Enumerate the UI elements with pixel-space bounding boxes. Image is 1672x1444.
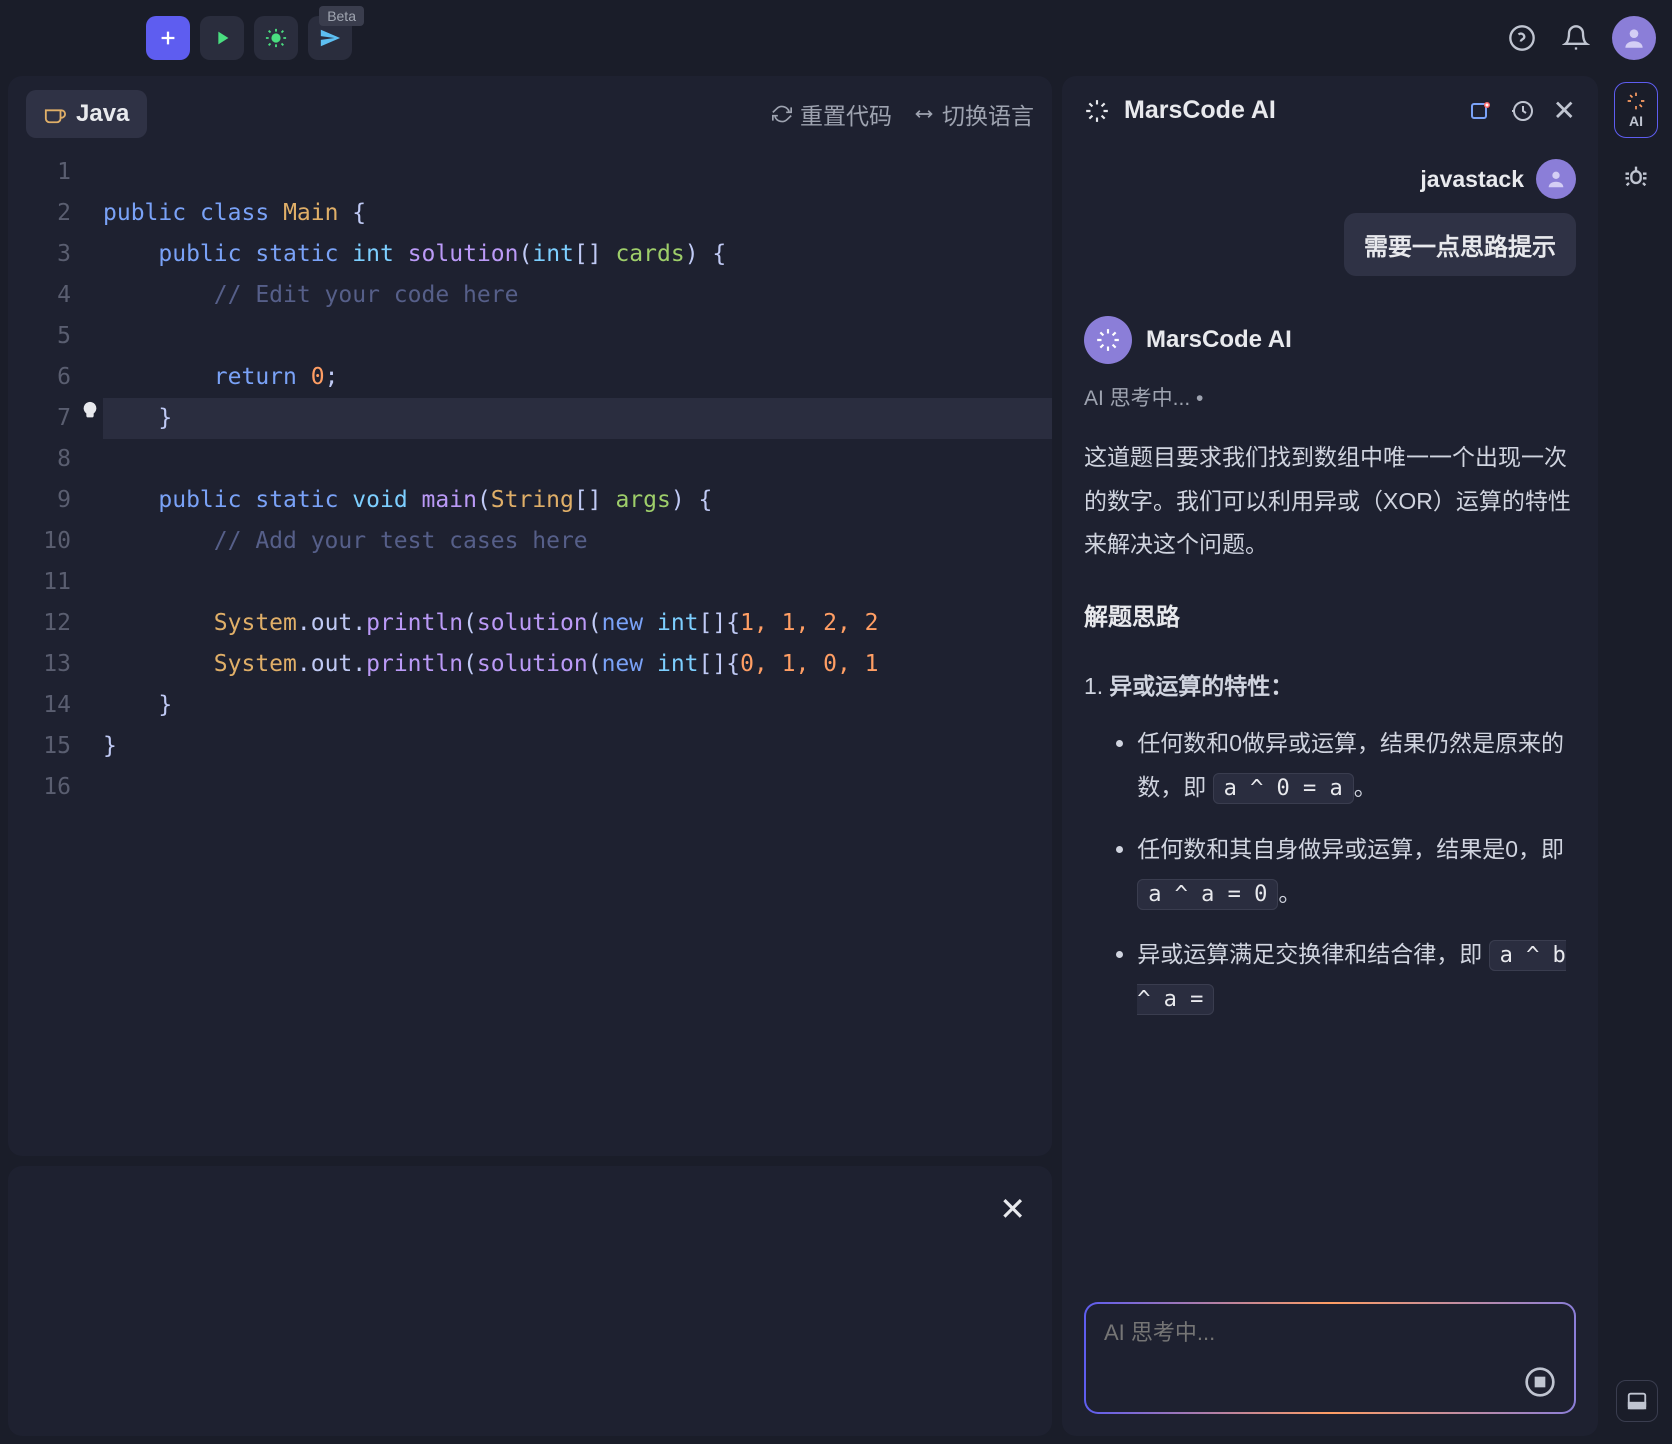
top-left-actions: Beta — [146, 16, 352, 60]
user-avatar-small — [1536, 159, 1576, 199]
switch-label: 切换语言 — [942, 97, 1034, 131]
ai-title-label: MarsCode AI — [1124, 96, 1276, 125]
stop-icon — [1524, 1366, 1556, 1398]
bottom-panel-button[interactable] — [1616, 1380, 1658, 1422]
code-lines[interactable]: public class Main { public static int so… — [103, 152, 1052, 1156]
ai-input-field[interactable] — [1104, 1320, 1511, 1346]
help-button[interactable] — [1504, 20, 1540, 56]
bug-icon — [1622, 162, 1650, 190]
language-label: Java — [76, 100, 129, 128]
swap-icon — [914, 104, 934, 124]
top-right-actions — [1504, 16, 1656, 60]
debug-button[interactable] — [254, 16, 298, 60]
play-icon — [211, 27, 233, 49]
ai-stop-button[interactable] — [1524, 1366, 1556, 1398]
ai-header-icons: ✕ — [1469, 94, 1576, 127]
beta-badge: Beta — [319, 6, 364, 26]
code-panel: Java 重置代码 切换语言 1 2 3 — [8, 76, 1052, 1156]
top-bar: Beta — [0, 0, 1672, 76]
console-panel: ✕ — [8, 1166, 1052, 1436]
user-message: 需要一点思路提示 — [1084, 213, 1576, 276]
panel-icon — [1626, 1390, 1648, 1412]
user-avatar[interactable] — [1612, 16, 1656, 60]
reset-code-button[interactable]: 重置代码 — [772, 97, 892, 131]
ai-section-heading: 解题思路 — [1084, 595, 1576, 641]
ai-name: MarsCode AI — [1146, 326, 1292, 354]
ai-message-header: MarsCode AI — [1084, 316, 1576, 364]
coffee-icon — [44, 103, 66, 125]
user-bubble: 需要一点思路提示 — [1344, 213, 1576, 276]
code-actions: 重置代码 切换语言 — [772, 97, 1034, 131]
switch-language-button[interactable]: 切换语言 — [914, 97, 1034, 131]
console-close-button[interactable]: ✕ — [999, 1190, 1026, 1228]
close-icon[interactable]: ✕ — [1553, 94, 1576, 127]
code-header: Java 重置代码 切换语言 — [8, 76, 1052, 152]
submit-button[interactable]: Beta — [308, 16, 352, 60]
main-area: Java 重置代码 切换语言 1 2 3 — [0, 76, 1672, 1444]
run-button[interactable] — [200, 16, 244, 60]
code-body[interactable]: 1 2 3 4 5 6 7 8 9 10 11 12 13 14 15 16 — [8, 152, 1052, 1156]
plus-icon — [157, 27, 179, 49]
bug-icon — [265, 27, 287, 49]
ai-thinking-status: AI 思考中... • — [1084, 382, 1576, 412]
ai-avatar — [1084, 316, 1132, 364]
language-chip[interactable]: Java — [26, 90, 147, 138]
editor-panel: Java 重置代码 切换语言 1 2 3 — [8, 76, 1052, 1436]
user-row: javastack — [1084, 159, 1576, 199]
right-rail: AI — [1608, 76, 1664, 1436]
person-icon — [1545, 168, 1567, 190]
ai-paragraph: 这道题目要求我们找到数组中唯一一个出现一次的数字。我们可以利用异或（XOR）运算… — [1084, 436, 1576, 567]
ai-body[interactable]: javastack 需要一点思路提示 MarsCode AI AI 思考中...… — [1062, 145, 1598, 1286]
user-name: javastack — [1420, 166, 1524, 193]
bell-icon — [1562, 24, 1590, 52]
ai-input-box[interactable] — [1084, 1302, 1576, 1414]
sparkle-icon — [1626, 91, 1646, 111]
person-icon — [1621, 25, 1647, 51]
bullet-item: 任何数和0做异或运算，结果仍然是原来的数，即 a ^ 0 = a。 — [1137, 722, 1576, 809]
history-icon[interactable] — [1511, 99, 1535, 123]
rail-bug-button[interactable] — [1622, 162, 1650, 195]
line-gutter: 1 2 3 4 5 6 7 8 9 10 11 12 13 14 15 16 — [8, 152, 103, 1156]
send-icon — [319, 27, 341, 49]
ai-title: MarsCode AI — [1084, 96, 1276, 125]
add-button[interactable] — [146, 16, 190, 60]
list-item-title: 异或运算的特性： — [1109, 673, 1293, 699]
refresh-icon — [772, 104, 792, 124]
help-icon — [1508, 24, 1536, 52]
ai-header: MarsCode AI ✕ — [1062, 76, 1598, 145]
ai-input-wrap — [1062, 1286, 1598, 1436]
ai-panel: MarsCode AI ✕ javastack 需要一点思路提示 — [1062, 76, 1598, 1436]
notifications-button[interactable] — [1558, 20, 1594, 56]
rail-ai-button[interactable]: AI — [1614, 82, 1658, 138]
rail-ai-label: AI — [1629, 113, 1643, 129]
reset-label: 重置代码 — [800, 97, 892, 131]
new-chat-icon[interactable] — [1469, 99, 1493, 123]
ai-content: 这道题目要求我们找到数组中唯一一个出现一次的数字。我们可以利用异或（XOR）运算… — [1084, 436, 1576, 1039]
bullet-item: 异或运算满足交换律和结合律，即 a ^ b ^ a = — [1137, 933, 1576, 1021]
lightbulb-icon[interactable] — [79, 400, 101, 422]
sparkle-icon — [1084, 98, 1110, 124]
bullet-item: 任何数和其自身做异或运算，结果是0，即 a ^ a = 0。 — [1137, 828, 1576, 915]
sparkle-icon — [1095, 327, 1121, 353]
